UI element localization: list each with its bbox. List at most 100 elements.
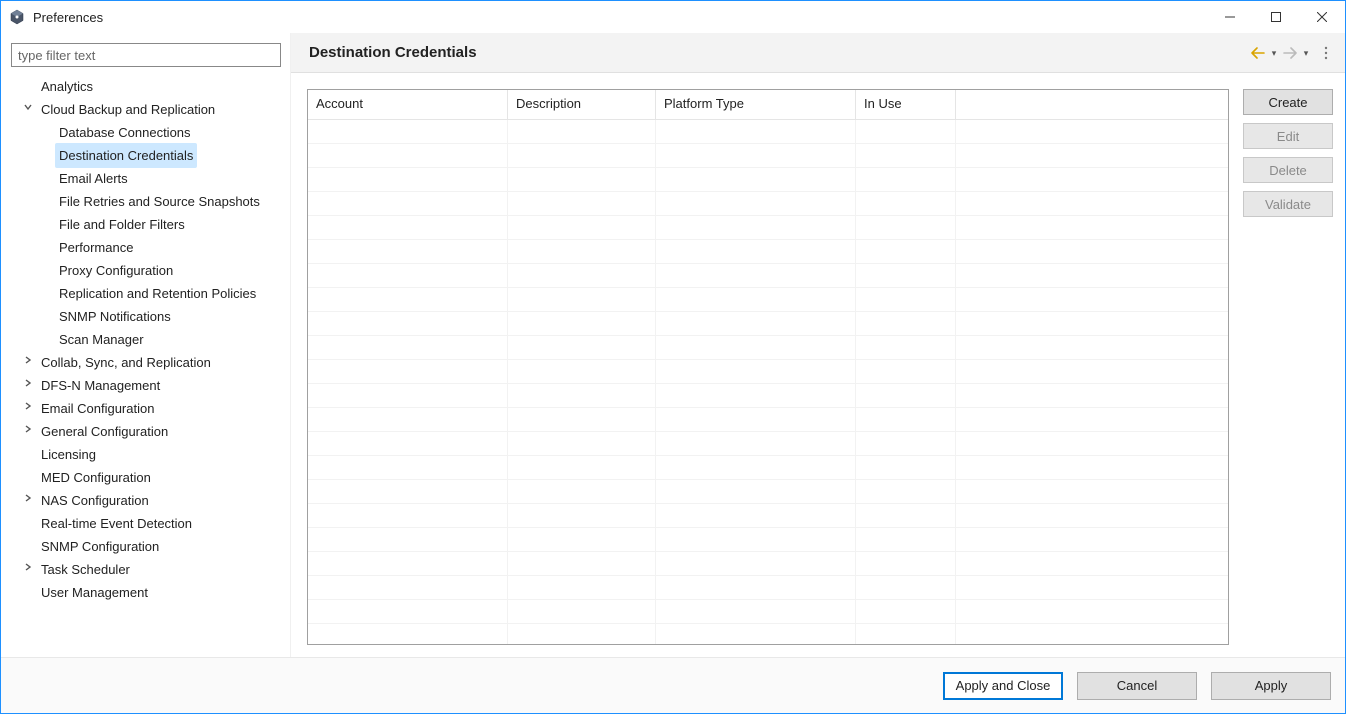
- back-icon[interactable]: [1249, 44, 1267, 62]
- table-row[interactable]: [308, 168, 1228, 192]
- twisty-closed-icon[interactable]: [19, 351, 37, 374]
- edit-button[interactable]: Edit: [1243, 123, 1333, 149]
- tree-item[interactable]: Cloud Backup and Replication: [7, 98, 284, 121]
- tree-item[interactable]: File and Folder Filters: [7, 213, 284, 236]
- apply-and-close-button[interactable]: Apply and Close: [943, 672, 1063, 700]
- tree-item[interactable]: Proxy Configuration: [7, 259, 284, 282]
- tree-item-label: User Management: [37, 580, 152, 605]
- table-cell: [856, 432, 956, 456]
- table-cell: [856, 168, 956, 192]
- tree-item[interactable]: User Management: [7, 581, 284, 604]
- table-cell: [656, 240, 856, 264]
- table-cell: [956, 384, 1228, 408]
- table-cell: [956, 120, 1228, 144]
- table-row[interactable]: [308, 480, 1228, 504]
- forward-icon[interactable]: [1281, 44, 1299, 62]
- tree-item[interactable]: Database Connections: [7, 121, 284, 144]
- table-cell: [956, 360, 1228, 384]
- table-row[interactable]: [308, 240, 1228, 264]
- table-row[interactable]: [308, 552, 1228, 576]
- tree-item[interactable]: Destination Credentials: [7, 144, 284, 167]
- table-row[interactable]: [308, 600, 1228, 624]
- table-cell: [956, 312, 1228, 336]
- table-cell: [856, 288, 956, 312]
- maximize-button[interactable]: [1253, 1, 1299, 33]
- table-row[interactable]: [308, 264, 1228, 288]
- tree-item[interactable]: Analytics: [7, 75, 284, 98]
- col-description[interactable]: Description: [508, 90, 656, 120]
- tree-item[interactable]: Performance: [7, 236, 284, 259]
- apply-button[interactable]: Apply: [1211, 672, 1331, 700]
- table-row[interactable]: [308, 456, 1228, 480]
- table-cell: [308, 192, 508, 216]
- forward-dropdown-icon[interactable]: ▾: [1301, 48, 1311, 59]
- table-cell: [308, 600, 508, 624]
- table-cell: [508, 408, 656, 432]
- table-cell: [656, 216, 856, 240]
- footer: Apply and Close Cancel Apply: [1, 657, 1345, 713]
- table-cell: [856, 408, 956, 432]
- table-row[interactable]: [308, 144, 1228, 168]
- tree-item-label: General Configuration: [37, 419, 172, 444]
- tree-item[interactable]: SNMP Configuration: [7, 535, 284, 558]
- table-row[interactable]: [308, 120, 1228, 144]
- tree-item[interactable]: Real-time Event Detection: [7, 512, 284, 535]
- tree-item[interactable]: MED Configuration: [7, 466, 284, 489]
- table-row[interactable]: [308, 384, 1228, 408]
- close-button[interactable]: [1299, 1, 1345, 33]
- table-row[interactable]: [308, 432, 1228, 456]
- table-cell: [308, 120, 508, 144]
- tree-item[interactable]: Scan Manager: [7, 328, 284, 351]
- tree-item[interactable]: Email Alerts: [7, 167, 284, 190]
- table-cell: [656, 168, 856, 192]
- twisty-closed-icon[interactable]: [19, 489, 37, 512]
- tree-item-label: SNMP Configuration: [37, 534, 163, 559]
- twisty-closed-icon[interactable]: [19, 420, 37, 443]
- tree-item[interactable]: Email Configuration: [7, 397, 284, 420]
- validate-button[interactable]: Validate: [1243, 191, 1333, 217]
- col-account[interactable]: Account: [308, 90, 508, 120]
- table-cell: [856, 360, 956, 384]
- twisty-closed-icon[interactable]: [19, 374, 37, 397]
- tree-item[interactable]: NAS Configuration: [7, 489, 284, 512]
- table-row[interactable]: [308, 336, 1228, 360]
- filter-input[interactable]: [11, 43, 281, 67]
- minimize-button[interactable]: [1207, 1, 1253, 33]
- table-cell: [956, 216, 1228, 240]
- tree-item[interactable]: Collab, Sync, and Replication: [7, 351, 284, 374]
- delete-button[interactable]: Delete: [1243, 157, 1333, 183]
- table-cell: [956, 456, 1228, 480]
- col-platform-type[interactable]: Platform Type: [656, 90, 856, 120]
- credentials-table[interactable]: Account Description Platform Type In Use: [307, 89, 1229, 645]
- tree-item[interactable]: Licensing: [7, 443, 284, 466]
- table-body[interactable]: [308, 120, 1228, 644]
- table-row[interactable]: [308, 216, 1228, 240]
- tree-item[interactable]: File Retries and Source Snapshots: [7, 190, 284, 213]
- col-in-use[interactable]: In Use: [856, 90, 956, 120]
- table-cell: [656, 432, 856, 456]
- table-row[interactable]: [308, 288, 1228, 312]
- menu-icon[interactable]: [1317, 44, 1335, 62]
- table-row[interactable]: [308, 192, 1228, 216]
- cancel-button[interactable]: Cancel: [1077, 672, 1197, 700]
- tree-item[interactable]: Task Scheduler: [7, 558, 284, 581]
- tree-item[interactable]: General Configuration: [7, 420, 284, 443]
- twisty-closed-icon[interactable]: [19, 397, 37, 420]
- preferences-tree[interactable]: AnalyticsCloud Backup and ReplicationDat…: [7, 75, 284, 657]
- table-row[interactable]: [308, 504, 1228, 528]
- twisty-open-icon[interactable]: [19, 98, 37, 121]
- back-dropdown-icon[interactable]: ▾: [1269, 48, 1279, 59]
- twisty-closed-icon[interactable]: [19, 558, 37, 581]
- create-button[interactable]: Create: [1243, 89, 1333, 115]
- table-row[interactable]: [308, 576, 1228, 600]
- tree-item[interactable]: SNMP Notifications: [7, 305, 284, 328]
- table-row[interactable]: [308, 528, 1228, 552]
- table-cell: [856, 264, 956, 288]
- table-cell: [308, 312, 508, 336]
- table-row[interactable]: [308, 312, 1228, 336]
- tree-item[interactable]: DFS-N Management: [7, 374, 284, 397]
- table-row[interactable]: [308, 360, 1228, 384]
- table-row[interactable]: [308, 408, 1228, 432]
- table-row[interactable]: [308, 624, 1228, 644]
- tree-item[interactable]: Replication and Retention Policies: [7, 282, 284, 305]
